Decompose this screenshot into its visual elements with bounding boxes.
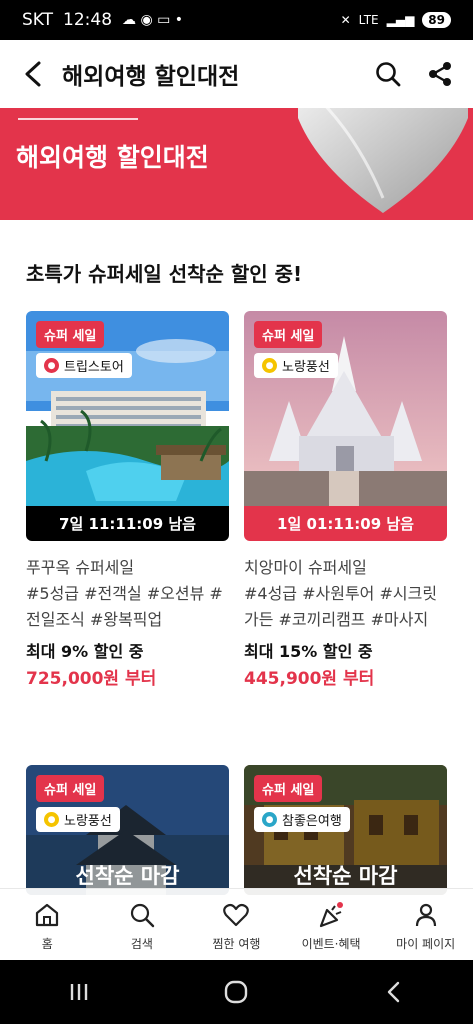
deal-discount: 최대 15% 할인 중: [244, 642, 373, 661]
deal-card-phu-quoc[interactable]: 슈퍼 세일 ● 트립스토어 7일 11:11:09 남음 푸꾸옥 슈퍼세일 #5…: [26, 311, 229, 693]
closed-deal-card-hoian[interactable]: 슈퍼 세일 ● 참좋은여행 선착순 마감: [244, 765, 447, 895]
seller-badge: ● 노랑풍선: [254, 353, 338, 378]
back-button[interactable]: [18, 59, 48, 89]
system-navigation-bar: [0, 960, 473, 1024]
network-label: LTE: [358, 13, 379, 27]
deal-price: 725,000원 부터: [26, 669, 157, 689]
battery-indicator: 89: [422, 12, 451, 28]
mute-icon: ✕: [340, 13, 351, 27]
super-sale-badge: 슈퍼 세일: [36, 321, 105, 348]
page-title: 해외여행 할인대전: [62, 64, 240, 90]
sold-out-label: 선착순 마감: [293, 864, 398, 888]
home-circle-icon[interactable]: [221, 977, 251, 1007]
super-sale-badge: 슈퍼 세일: [254, 321, 323, 348]
nav-events[interactable]: 이벤트·혜택: [284, 889, 379, 960]
notification-icons: ☁ ◉ ▭ •: [122, 12, 184, 28]
nav-search[interactable]: 검색: [95, 889, 190, 960]
countdown-timer: 7일 11:11:09 남음: [26, 506, 229, 541]
nav-label: 검색: [130, 937, 153, 951]
banner-title: 해외여행 할인대전: [16, 143, 209, 172]
recent-apps-icon[interactable]: [64, 977, 94, 1007]
countdown-timer: 1일 01:11:09 남음: [244, 506, 447, 541]
chevron-left-icon: [25, 61, 41, 87]
banner-divider: [18, 118, 138, 120]
tripstore-logo-icon: ●: [44, 358, 59, 373]
nav-home[interactable]: 홈: [0, 889, 95, 960]
seller-logo-icon: ●: [262, 812, 277, 827]
promo-banner: 해외여행 할인대전: [0, 108, 473, 220]
balloon-logo-icon: ●: [262, 358, 277, 373]
deal-discount: 최대 9% 할인 중: [26, 642, 144, 661]
share-icon: [429, 62, 451, 86]
seller-name: 참좋은여행: [282, 814, 342, 829]
home-icon: [36, 903, 59, 927]
sold-out-label: 선착순 마감: [75, 864, 180, 888]
nav-wishlist[interactable]: 찜한 여행: [189, 889, 284, 960]
super-sale-badge: 슈퍼 세일: [36, 775, 105, 802]
app-bar: 해외여행 할인대전: [0, 40, 473, 108]
seller-name: 노랑풍선: [64, 814, 112, 829]
nav-label: 찜한 여행: [212, 937, 261, 951]
seller-badge: ● 노랑풍선: [36, 807, 120, 832]
seller-badge: ● 참좋은여행: [254, 807, 350, 832]
clock: 12:48: [63, 10, 113, 30]
deal-tags: #5성급 #전객실 #오션뷰 #전일조식 #왕복픽업: [26, 584, 223, 629]
signal-icon: ▂▄▆: [386, 13, 415, 27]
deal-image: 슈퍼 세일 ● 트립스토어: [26, 311, 229, 506]
seller-badge: ● 트립스토어: [36, 353, 132, 378]
super-sale-badge: 슈퍼 세일: [254, 775, 323, 802]
heart-icon: [223, 903, 250, 927]
deal-tags: #4성급 #사원투어 #시크릿가든 #코끼리캠프 #마사지: [244, 584, 438, 629]
status-bar: SKT 12:48 ☁ ◉ ▭ • ✕ LTE ▂▄▆ 89: [0, 0, 473, 40]
bottom-navigation: 홈 검색 찜한 여행 이벤트·혜택 마이 페이지: [0, 888, 473, 960]
seller-name: 노랑풍선: [282, 360, 330, 375]
closed-deal-card-osaka[interactable]: 슈퍼 세일 ● 노랑풍선 선착순 마감: [26, 765, 229, 895]
search-icon: [376, 62, 401, 87]
party-popper-icon: [319, 902, 344, 928]
seller-name: 트립스토어: [64, 360, 124, 375]
deal-price: 445,900원 부터: [244, 669, 375, 689]
deal-name: 푸꾸옥 슈퍼세일: [26, 558, 135, 577]
deal-name: 치앙마이 슈퍼세일: [244, 558, 367, 577]
back-nav-icon[interactable]: [379, 977, 409, 1007]
search-icon: [130, 903, 155, 928]
search-button[interactable]: [373, 59, 403, 89]
deal-card-chiang-mai[interactable]: 슈퍼 세일 ● 노랑풍선 1일 01:11:09 남음 치앙마이 슈퍼세일 #4…: [244, 311, 447, 693]
nav-label: 이벤트·혜택: [301, 937, 361, 951]
section-title: 초특가 슈퍼세일 선착순 할인 중!: [26, 262, 303, 286]
nav-label: 홈: [41, 937, 53, 951]
balloon-logo-icon: ●: [44, 812, 59, 827]
deal-image: 슈퍼 세일 ● 노랑풍선: [244, 311, 447, 506]
heart-balloon-illustration: [298, 108, 468, 213]
nav-label: 마이 페이지: [396, 937, 456, 951]
nav-my-page[interactable]: 마이 페이지: [378, 889, 473, 960]
share-button[interactable]: [425, 59, 455, 89]
person-icon: [415, 903, 436, 927]
carrier-label: SKT: [22, 10, 54, 30]
